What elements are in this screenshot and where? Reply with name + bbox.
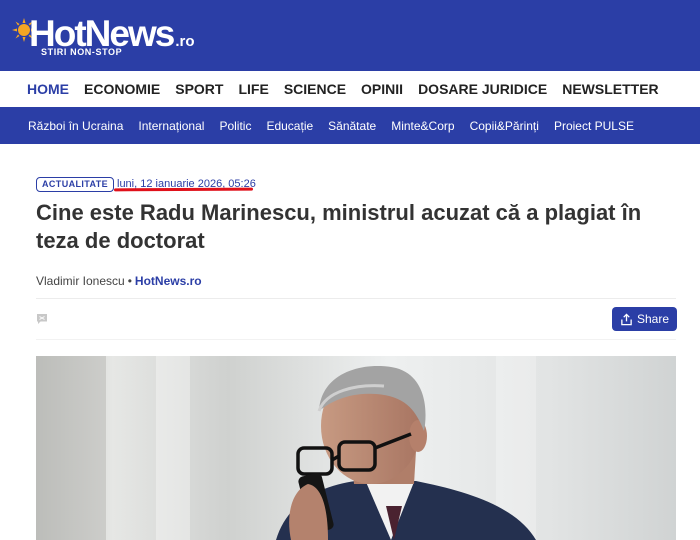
share-upload-icon: [621, 312, 632, 325]
divider: [36, 298, 676, 299]
share-button[interactable]: Share: [612, 307, 677, 331]
subnav-copii-parinti[interactable]: Copii&Părinți: [470, 119, 539, 133]
nav-dosare-juridice[interactable]: DOSARE JURIDICE: [418, 81, 547, 97]
byline-separator: •: [127, 274, 132, 288]
byline: Vladimir Ionescu • HotNews.ro: [36, 274, 202, 288]
logo-suffix: .ro: [175, 33, 195, 50]
nav-newsletter[interactable]: NEWSLETTER: [562, 81, 658, 97]
nav-sport[interactable]: SPORT: [175, 81, 223, 97]
source-link[interactable]: HotNews.ro: [135, 274, 202, 288]
article-photo-illustration: [36, 356, 676, 540]
divider: [36, 339, 676, 340]
author-name[interactable]: Vladimir Ionescu: [36, 274, 125, 288]
sub-nav: Război în Ucraina Internațional Politic …: [0, 107, 700, 144]
subnav-minte-corp[interactable]: Minte&Corp: [391, 119, 454, 133]
nav-science[interactable]: SCIENCE: [284, 81, 346, 97]
nav-economie[interactable]: ECONOMIE: [84, 81, 160, 97]
subnav-educatie[interactable]: Educație: [266, 119, 313, 133]
logo-tagline: STIRI NON-STOP: [41, 47, 123, 57]
article-photo: [36, 356, 676, 540]
subnav-politic[interactable]: Politic: [219, 119, 251, 133]
main-nav: HOME ECONOMIE SPORT LIFE SCIENCE OPINII …: [0, 71, 700, 107]
nav-opinii[interactable]: OPINII: [361, 81, 403, 97]
nav-home[interactable]: HOME: [27, 81, 69, 97]
comment-icon[interactable]: [36, 313, 48, 325]
category-badge[interactable]: ACTUALITATE: [36, 177, 115, 192]
site-header: HotNews .ro STIRI NON-STOP: [0, 0, 700, 71]
subnav-razboi-ucraina[interactable]: Război în Ucraina: [28, 119, 123, 133]
subnav-sanatate[interactable]: Sănătate: [328, 119, 376, 133]
nav-life[interactable]: LIFE: [238, 81, 268, 97]
share-label: Share: [636, 312, 670, 326]
article-title: Cine este Radu Marinescu, ministrul acuz…: [36, 200, 642, 253]
subnav-proiect-pulse[interactable]: Proiect PULSE: [554, 119, 634, 133]
subnav-international[interactable]: Internațional: [138, 119, 204, 133]
